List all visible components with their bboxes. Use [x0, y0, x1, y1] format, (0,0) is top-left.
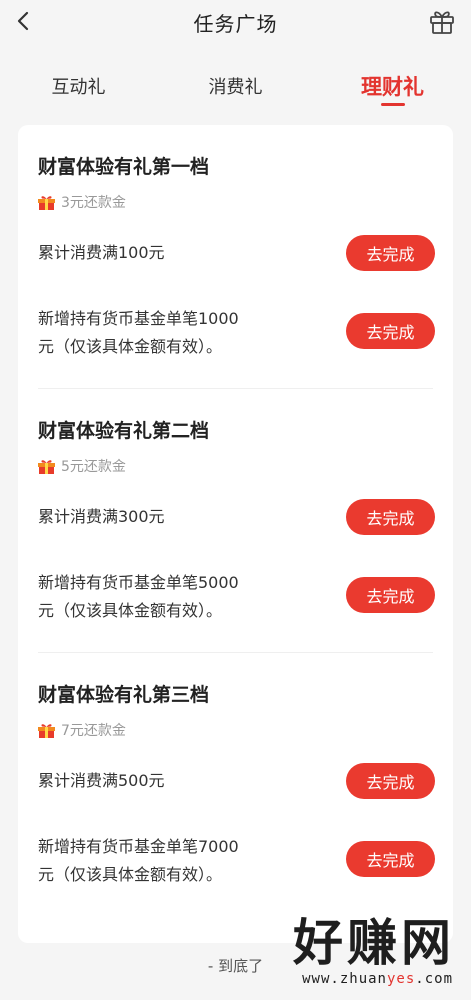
tier-title: 财富体验有礼第二档: [38, 420, 210, 442]
tab-label: 互动礼: [51, 77, 106, 98]
gift-box-icon: [38, 195, 55, 210]
task-description-cont: 元（仅该具体金额有效）。: [38, 865, 223, 884]
header-bar: 任务广场: [0, 0, 471, 44]
task-description: 新增持有货币基金单笔5000: [38, 573, 239, 592]
tier-section: 财富体验有礼第二档 5元还款金 累计消费满300元 去完成 新增持有货币基金单笔…: [18, 389, 453, 653]
tier-title: 财富体验有礼第三档: [38, 684, 210, 706]
complete-button[interactable]: 去完成: [346, 841, 435, 877]
task-description: 累计消费满100元: [38, 243, 165, 262]
watermark-logo-text: 好赚网: [293, 914, 455, 972]
reward-text: 7元还款金: [61, 723, 126, 739]
tier-title: 财富体验有礼第一档: [38, 156, 210, 178]
reward-row: 7元还款金: [38, 719, 126, 741]
task-description-cont: 元（仅该具体金额有效）。: [38, 601, 223, 620]
complete-button[interactable]: 去完成: [346, 235, 435, 271]
tab-interaction[interactable]: 互动礼: [0, 60, 157, 108]
task-description: 新增持有货币基金单笔1000: [38, 309, 239, 328]
tier-section: 财富体验有礼第一档 3元还款金 累计消费满100元 去完成 新增持有货币基金单笔…: [18, 125, 453, 389]
watermark-url-highlight: yes: [386, 971, 416, 987]
task-card: 财富体验有礼第一档 3元还款金 累计消费满100元 去完成 新增持有货币基金单笔…: [18, 125, 453, 943]
gift-box-icon: [38, 723, 55, 738]
gift-button[interactable]: [427, 6, 457, 36]
category-tabs: 互动礼 消费礼 理财礼: [0, 60, 471, 108]
page-title: 任务广场: [193, 12, 278, 36]
gift-icon: [430, 11, 454, 34]
tab-label: 消费礼: [208, 77, 263, 98]
complete-button[interactable]: 去完成: [346, 313, 435, 349]
watermark-url-suffix: .com: [415, 971, 453, 987]
task-plaza-page: 任务广场 互动礼 消费礼 理财礼 财富体验有礼第一档 3元还款金 累计消费满10…: [0, 0, 471, 1000]
tab-finance[interactable]: 理财礼: [314, 60, 471, 108]
task-description: 累计消费满500元: [38, 771, 165, 790]
gift-box-icon: [38, 459, 55, 474]
watermark-url-prefix: www.zhuan: [302, 971, 387, 987]
reward-row: 5元还款金: [38, 455, 126, 477]
task-description: 累计消费满300元: [38, 507, 165, 526]
watermark-url: www.zhuanyes.com: [302, 971, 453, 987]
active-tab-indicator: [380, 103, 405, 106]
tier-section: 财富体验有礼第三档 7元还款金 累计消费满500元 去完成 新增持有货币基金单笔…: [18, 653, 453, 917]
reward-text: 5元还款金: [61, 459, 126, 475]
task-description-cont: 元（仅该具体金额有效）。: [38, 337, 223, 356]
complete-button[interactable]: 去完成: [346, 577, 435, 613]
complete-button[interactable]: 去完成: [346, 499, 435, 535]
reward-row: 3元还款金: [38, 191, 126, 213]
complete-button[interactable]: 去完成: [346, 763, 435, 799]
tab-label: 理财礼: [361, 75, 424, 99]
reward-text: 3元还款金: [61, 195, 126, 211]
site-watermark: 好赚网 www.zhuanyes.com: [255, 915, 465, 995]
task-description: 新增持有货币基金单笔7000: [38, 837, 239, 856]
tab-consumption[interactable]: 消费礼: [157, 60, 314, 108]
